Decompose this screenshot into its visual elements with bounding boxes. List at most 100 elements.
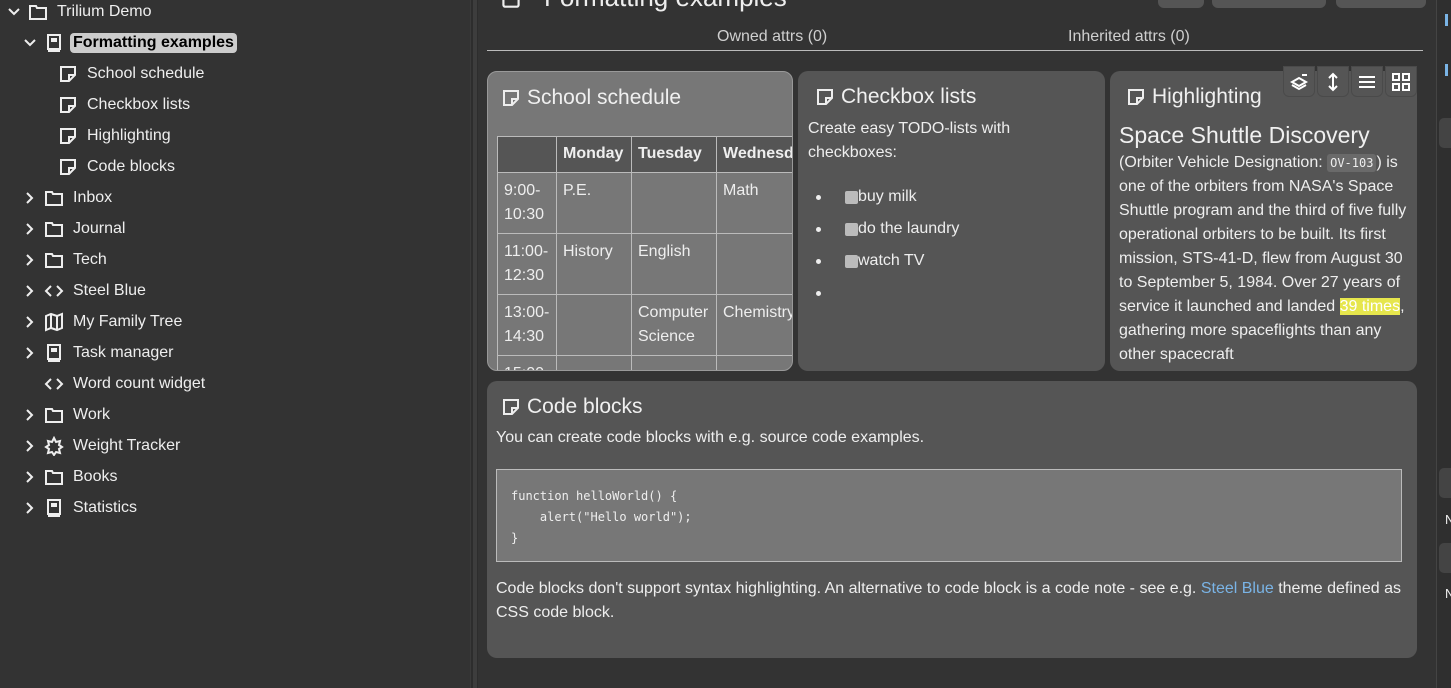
panel-section-toggle[interactable] xyxy=(1439,468,1451,498)
tree-item[interactable]: Weight Tracker xyxy=(22,432,183,460)
tree-item[interactable]: My Family Tree xyxy=(22,308,185,336)
todo-item: buy milk xyxy=(815,181,959,213)
table-cell[interactable] xyxy=(631,355,717,370)
layers-icon xyxy=(1289,73,1309,90)
grid-icon xyxy=(1392,72,1410,91)
code-icon xyxy=(44,281,64,301)
tree-item-label: Checkbox lists xyxy=(87,96,191,113)
book-icon xyxy=(44,33,64,53)
table-header-cell: Wednesd xyxy=(715,136,792,173)
chevron-right-icon[interactable] xyxy=(22,252,38,268)
tree-item[interactable]: Tech xyxy=(22,246,110,274)
table-cell[interactable]: 13:00- 14:30 xyxy=(497,294,557,356)
checkbox[interactable] xyxy=(845,190,858,204)
highlight-heading: Space Shuttle Discovery xyxy=(1119,122,1370,148)
toolbar-button[interactable] xyxy=(1212,0,1326,8)
note-icon xyxy=(503,90,519,106)
chevron-right-icon[interactable] xyxy=(22,438,38,454)
panel-section-toggle[interactable] xyxy=(1439,543,1451,573)
card-code-blocks[interactable]: Code blocks You can create code blocks w… xyxy=(487,381,1417,658)
table-cell[interactable]: English xyxy=(631,233,717,295)
tree-item[interactable]: Inbox xyxy=(22,184,115,212)
tree-item[interactable]: Task manager xyxy=(22,339,177,367)
table-cell[interactable]: 9:00- 10:30 xyxy=(497,172,557,234)
note-icon xyxy=(58,126,78,146)
table-cell[interactable]: Math xyxy=(715,172,792,234)
todo-label: watch TV xyxy=(858,252,925,269)
tab-owned-attrs[interactable]: Owned attrs (0) xyxy=(717,28,827,46)
code-block: function helloWorld() { alert("Hello wor… xyxy=(496,469,1402,562)
chevron-right-icon[interactable] xyxy=(22,314,38,330)
table-row: 11:00- 12:30 History English xyxy=(497,233,792,295)
steel-blue-link[interactable]: Steel Blue xyxy=(1201,580,1274,597)
tree-item-label: Books xyxy=(73,468,118,485)
tree-item-label: Statistics xyxy=(73,499,138,516)
table-cell[interactable]: 15:00 xyxy=(497,355,557,370)
grid-view-button[interactable] xyxy=(1385,66,1417,97)
tree-item[interactable]: Books xyxy=(22,463,120,491)
chevron-down-icon[interactable] xyxy=(22,35,38,51)
tree-item[interactable]: Work xyxy=(22,401,113,429)
table-header-row: Monday Tuesday Wednesd xyxy=(497,136,792,173)
expand-button[interactable] xyxy=(1317,66,1349,97)
todo-item: do the laundry xyxy=(815,213,959,245)
table-cell[interactable]: Chemistry xyxy=(715,294,792,356)
table-cell[interactable] xyxy=(715,233,792,295)
checkbox[interactable] xyxy=(845,254,858,268)
tree-item[interactable]: School schedule xyxy=(58,60,207,88)
card-highlighting[interactable]: Highlighting Space Shuttle Discovery (Or… xyxy=(1110,71,1417,371)
tree-item[interactable]: Code blocks xyxy=(58,153,178,181)
table-cell[interactable] xyxy=(556,294,632,356)
chevron-down-icon[interactable] xyxy=(6,4,22,20)
tree-item[interactable]: Formatting examples xyxy=(22,29,237,57)
schedule-table: Monday Tuesday Wednesd 9:00- 10:30 P.E. Math 1… xyxy=(497,136,792,370)
table-cell[interactable] xyxy=(715,355,792,370)
toolbar-button[interactable] xyxy=(1158,0,1204,8)
sidebar-resize-handle[interactable] xyxy=(470,0,478,688)
table-row: 9:00- 10:30 P.E. Math xyxy=(497,172,792,234)
panel-section-toggle[interactable] xyxy=(1439,118,1451,148)
attribute-tabs: Owned attrs (0) Inherited attrs (0) xyxy=(487,26,1423,51)
tree-item[interactable]: Word count widget xyxy=(22,370,208,398)
card-checkbox-lists[interactable]: Checkbox lists Create easy TODO-lists wi… xyxy=(798,71,1105,371)
table-cell[interactable]: 11:00- 12:30 xyxy=(497,233,557,295)
tree-item[interactable]: Journal xyxy=(22,215,128,243)
tree-item-label: Journal xyxy=(73,220,126,237)
table-cell[interactable] xyxy=(631,172,717,234)
chevron-right-icon[interactable] xyxy=(22,407,38,423)
chevron-right-icon[interactable] xyxy=(22,345,38,361)
tree-item[interactable]: Checkbox lists xyxy=(58,91,193,119)
note-icon xyxy=(503,399,519,415)
table-cell[interactable]: Computer Science xyxy=(631,294,717,356)
code-icon xyxy=(44,374,64,394)
note-icon xyxy=(817,89,833,105)
tree-item[interactable]: Highlighting xyxy=(58,122,174,150)
table-cell[interactable] xyxy=(556,355,632,370)
tree-item-label: Code blocks xyxy=(87,158,176,175)
table-cell[interactable]: History xyxy=(556,233,632,295)
table-header-cell: Tuesday xyxy=(631,136,717,173)
tree-item-label: Weight Tracker xyxy=(73,437,181,454)
chevron-right-icon[interactable] xyxy=(22,221,38,237)
book-icon xyxy=(44,343,64,363)
tree-item[interactable]: Trilium Demo xyxy=(6,0,155,26)
list-icon xyxy=(1359,75,1375,88)
chevron-right-icon[interactable] xyxy=(22,469,38,485)
table-header-cell: Monday xyxy=(556,136,632,173)
tab-inherited-attrs[interactable]: Inherited attrs (0) xyxy=(1068,28,1190,46)
table-cell[interactable]: P.E. xyxy=(556,172,632,234)
card-school-schedule[interactable]: School schedule Monday Tuesday Wednesd 9:00… xyxy=(487,71,793,371)
tree-item[interactable]: Statistics xyxy=(22,494,140,522)
checkbox[interactable] xyxy=(845,222,858,236)
chevron-right-icon[interactable] xyxy=(22,500,38,516)
book-icon xyxy=(44,498,64,518)
card-title: Code blocks xyxy=(527,395,643,418)
list-view-button[interactable] xyxy=(1351,66,1383,97)
layers-button[interactable] xyxy=(1283,66,1315,97)
chevron-right-icon[interactable] xyxy=(22,190,38,206)
note-title[interactable]: Formatting examples xyxy=(498,0,787,13)
chevron-right-icon[interactable] xyxy=(22,283,38,299)
tree-item[interactable]: Steel Blue xyxy=(22,277,149,305)
folder-icon xyxy=(44,467,64,487)
toolbar-button[interactable] xyxy=(1336,0,1426,8)
